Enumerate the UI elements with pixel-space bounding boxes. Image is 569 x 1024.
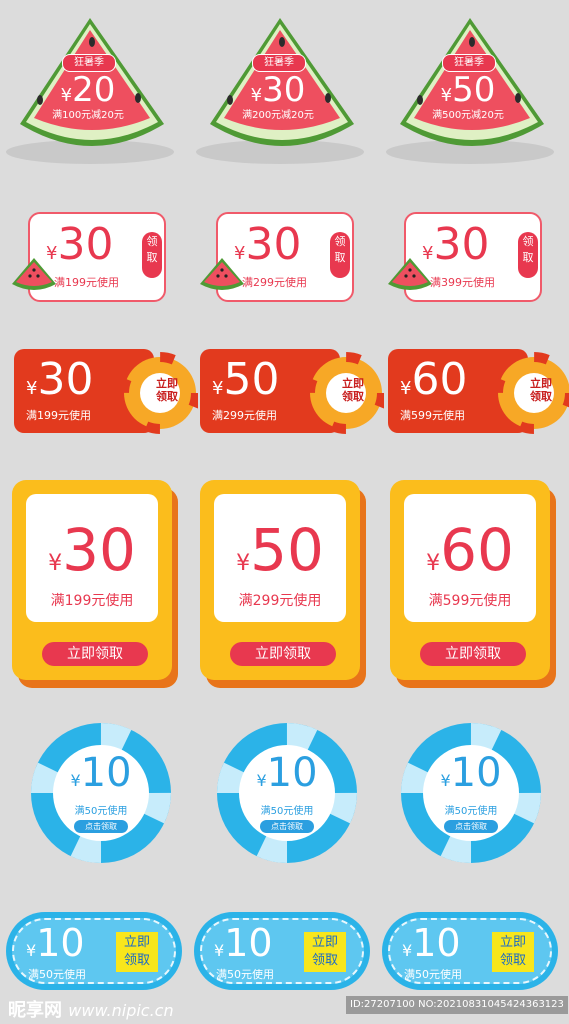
ring-coupon: ¥10 满50元使用 点击领取	[400, 722, 542, 864]
pill-coupon: ¥10 满50元使用 立即 领取	[6, 912, 182, 990]
coupon-amount: ¥60	[400, 354, 468, 405]
coupon-condition: 满50元使用	[28, 968, 86, 981]
coupon-condition: 满599元使用	[400, 409, 465, 422]
claim-button[interactable]: 领取	[330, 232, 350, 278]
coupon-condition: 满199元使用	[26, 409, 91, 422]
coupon-condition: 满50元使用	[74, 806, 128, 817]
pill-coupon: ¥10 满50元使用 立即 领取	[382, 912, 558, 990]
claim-button[interactable]: 立即领取	[116, 932, 158, 972]
claim-button[interactable]: 点击领取	[444, 820, 498, 833]
coupon-amount: ¥30	[26, 354, 94, 405]
claim-button[interactable]: 领取	[518, 232, 538, 278]
white-coupon: ¥30 满299元使用 领取	[200, 212, 354, 302]
coupon-amount: ¥10	[402, 921, 461, 965]
watermelon-icon	[388, 258, 432, 290]
coupon-amount: ¥30	[48, 516, 136, 584]
claim-button[interactable]: 立即领取	[518, 377, 564, 403]
claim-button[interactable]: 立即领取	[420, 642, 526, 666]
coupon-amount: ¥10	[440, 750, 502, 796]
watermelon-coupon[interactable]: 狂暑季 ¥50 满500元减20元	[384, 18, 554, 170]
white-coupon: ¥30 满199元使用 领取	[12, 212, 166, 302]
coupon-condition: 满399元使用	[430, 276, 495, 289]
claim-button[interactable]: 立即领取	[230, 642, 336, 666]
coupon-condition: 满299元使用	[212, 409, 277, 422]
coupon-amount: ¥10	[26, 921, 85, 965]
watermark-logo: 昵享网 www.nipic.cn	[8, 1000, 174, 1021]
coupon-condition: 满50元使用	[404, 968, 462, 981]
red-coupon: ¥60 满599元使用 立即 领取	[388, 347, 569, 437]
claim-button[interactable]: 立即领取	[304, 932, 346, 972]
coupon-condition: 满199元使用	[54, 276, 119, 289]
coupon-amount: ¥10	[214, 921, 273, 965]
coupon-condition: 满200元减20元	[242, 110, 314, 121]
coupon-condition: 满599元使用	[428, 593, 512, 609]
watermelon-icon	[12, 258, 56, 290]
coupon-condition: 满50元使用	[216, 968, 274, 981]
claim-button[interactable]: 立即领取	[144, 377, 190, 403]
coupon-condition: 满50元使用	[260, 806, 314, 817]
claim-button[interactable]: 立即领取	[330, 377, 376, 403]
coupon-condition: 满100元减20元	[52, 110, 124, 121]
coupon-amount: ¥60	[426, 516, 514, 584]
claim-button[interactable]: 领取	[142, 232, 162, 278]
watermelon-coupon[interactable]: 狂暑季 ¥20 满100元减20元	[4, 18, 174, 170]
watermelon-icon	[200, 258, 244, 290]
claim-button[interactable]: 立即领取	[492, 932, 534, 972]
coupon-amount: ¥50	[236, 516, 324, 584]
coupon-amount: ¥10	[256, 750, 318, 796]
coupon-condition: 满199元使用	[50, 593, 134, 609]
claim-button[interactable]: 点击领取	[74, 820, 128, 833]
watermark-id: ID:27207100 NO:20210831045424363123	[346, 996, 568, 1014]
coupon-condition: 满500元减20元	[432, 110, 504, 121]
claim-button[interactable]: 立即领取	[42, 642, 148, 666]
red-coupon: ¥50 满299元使用 立即 领取	[200, 347, 384, 437]
coupon-condition: 满299元使用	[242, 276, 307, 289]
yellow-coupon: ¥30 满199元使用 立即领取	[12, 480, 180, 690]
watermelon-coupon[interactable]: 狂暑季 ¥30 满200元减20元	[194, 18, 364, 170]
coupon-amount: ¥50	[212, 354, 280, 405]
coupon-condition: 满299元使用	[238, 593, 322, 609]
white-coupon: ¥30 满399元使用 领取	[388, 212, 542, 302]
yellow-coupon: ¥50 满299元使用 立即领取	[200, 480, 368, 690]
claim-button[interactable]: 点击领取	[260, 820, 314, 833]
ring-coupon: ¥10 满50元使用 点击领取	[216, 722, 358, 864]
coupon-amount: ¥10	[70, 750, 132, 796]
red-coupon: ¥30 满199元使用 立即 领取	[14, 347, 198, 437]
pill-coupon: ¥10 满50元使用 立即 领取	[194, 912, 370, 990]
yellow-coupon: ¥60 满599元使用 立即领取	[390, 480, 558, 690]
coupon-condition: 满50元使用	[444, 806, 498, 817]
ring-coupon: ¥10 满50元使用 点击领取	[30, 722, 172, 864]
